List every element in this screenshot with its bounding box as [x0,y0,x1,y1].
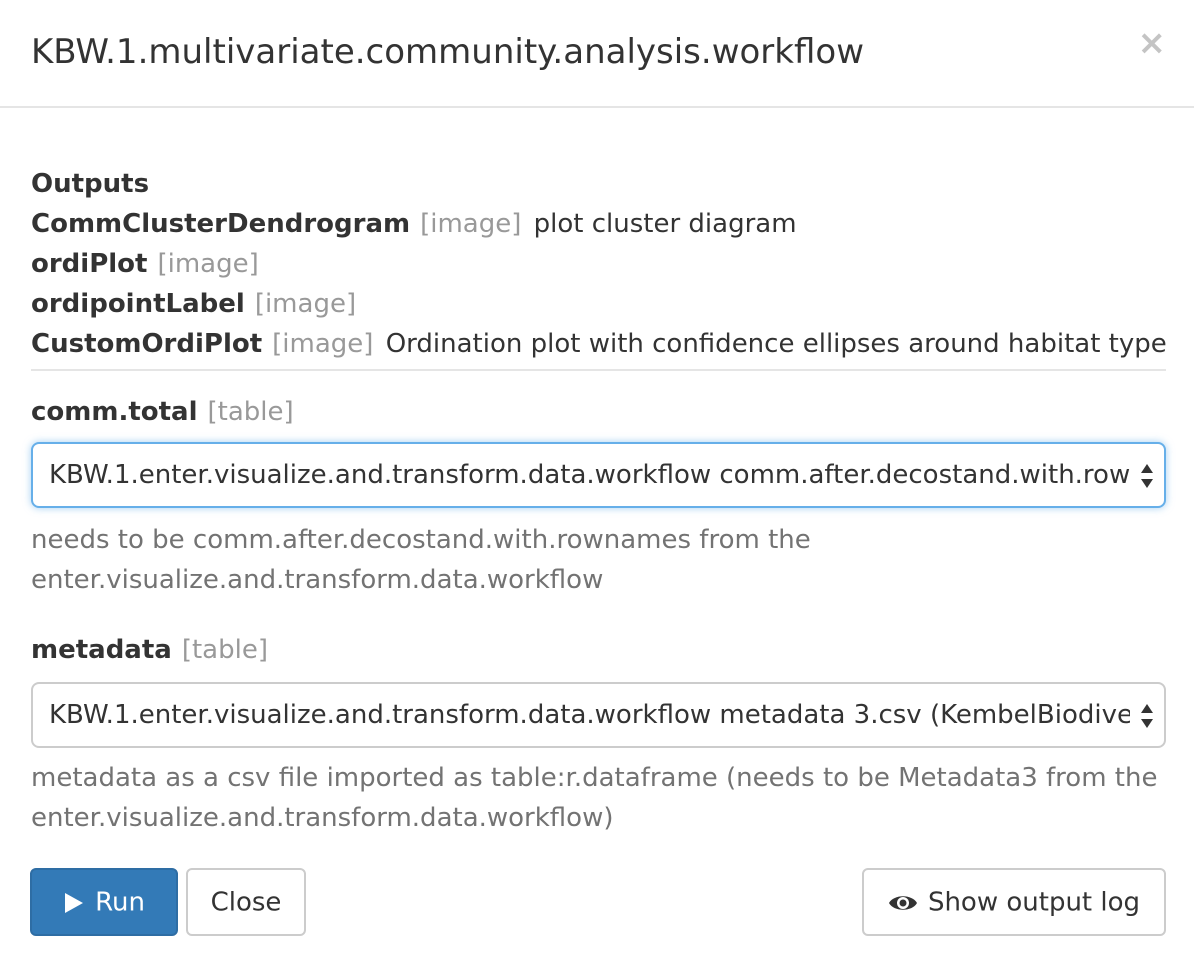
output-name: CustomOrdiPlot [31,329,263,359]
close-button[interactable]: Close [186,868,306,936]
output-type: [image] [157,249,259,279]
select-value: KBW.1.enter.visualize.and.transform.data… [49,460,1130,490]
run-button[interactable]: Run [30,868,178,936]
run-workflow-dialog: KBW.1.multivariate.community.analysis.wo… [0,0,1194,966]
input-type: [table] [181,635,268,665]
comm-total-help: needs to be comm.after.decostand.with.ro… [31,525,811,595]
output-type: [image] [254,289,357,319]
output-item: CommClusterDendrogram [image] plot cluste… [31,204,1166,244]
output-name: CommClusterDendrogram [31,209,411,239]
metadata-label: metadata [table] [31,630,268,670]
output-description: Ordination plot with confidence ellipses… [385,329,1167,359]
output-description: plot cluster diagram [533,209,797,239]
input-name: comm.total [31,397,198,427]
input-name: metadata [31,635,172,665]
dialog-header: KBW.1.multivariate.community.analysis.wo… [0,0,1194,108]
outputs-section: Outputs CommClusterDendrogram [image] plo… [31,164,1167,364]
eye-icon [888,895,917,910]
output-name: ordipointLabel [31,289,245,319]
outputs-heading: Outputs [31,169,150,199]
comm-total-select[interactable]: KBW.1.enter.visualize.and.transform.data… [31,442,1166,508]
output-name: ordiPlot [31,249,148,279]
section-divider [31,369,1166,371]
show-output-log-button[interactable]: Show output log [862,868,1166,936]
metadata-select[interactable]: KBW.1.enter.visualize.and.transform.data… [31,682,1166,748]
run-button-label: Run [95,887,145,918]
select-value: KBW.1.enter.visualize.and.transform.data… [49,700,1130,730]
output-item: CustomOrdiPlot [image] Ordination plot wi… [31,324,1167,364]
metadata-help: metadata as a csv file imported as table… [31,763,1158,833]
updown-caret-icon [1141,704,1153,728]
play-icon [65,892,84,913]
close-button-label: Close [210,887,282,918]
output-item: ordipointLabel [image] [31,284,1166,324]
close-icon[interactable]: × [1138,26,1167,60]
updown-caret-icon [1141,464,1153,488]
output-item: ordiPlot [image] [31,244,1166,284]
output-type: [image] [272,329,374,359]
input-type: [table] [207,397,294,427]
output-type: [image] [420,209,522,239]
comm-total-label: comm.total [table] [31,392,294,432]
dialog-title: KBW.1.multivariate.community.analysis.wo… [31,32,864,72]
show-output-log-label: Show output log [927,887,1141,918]
